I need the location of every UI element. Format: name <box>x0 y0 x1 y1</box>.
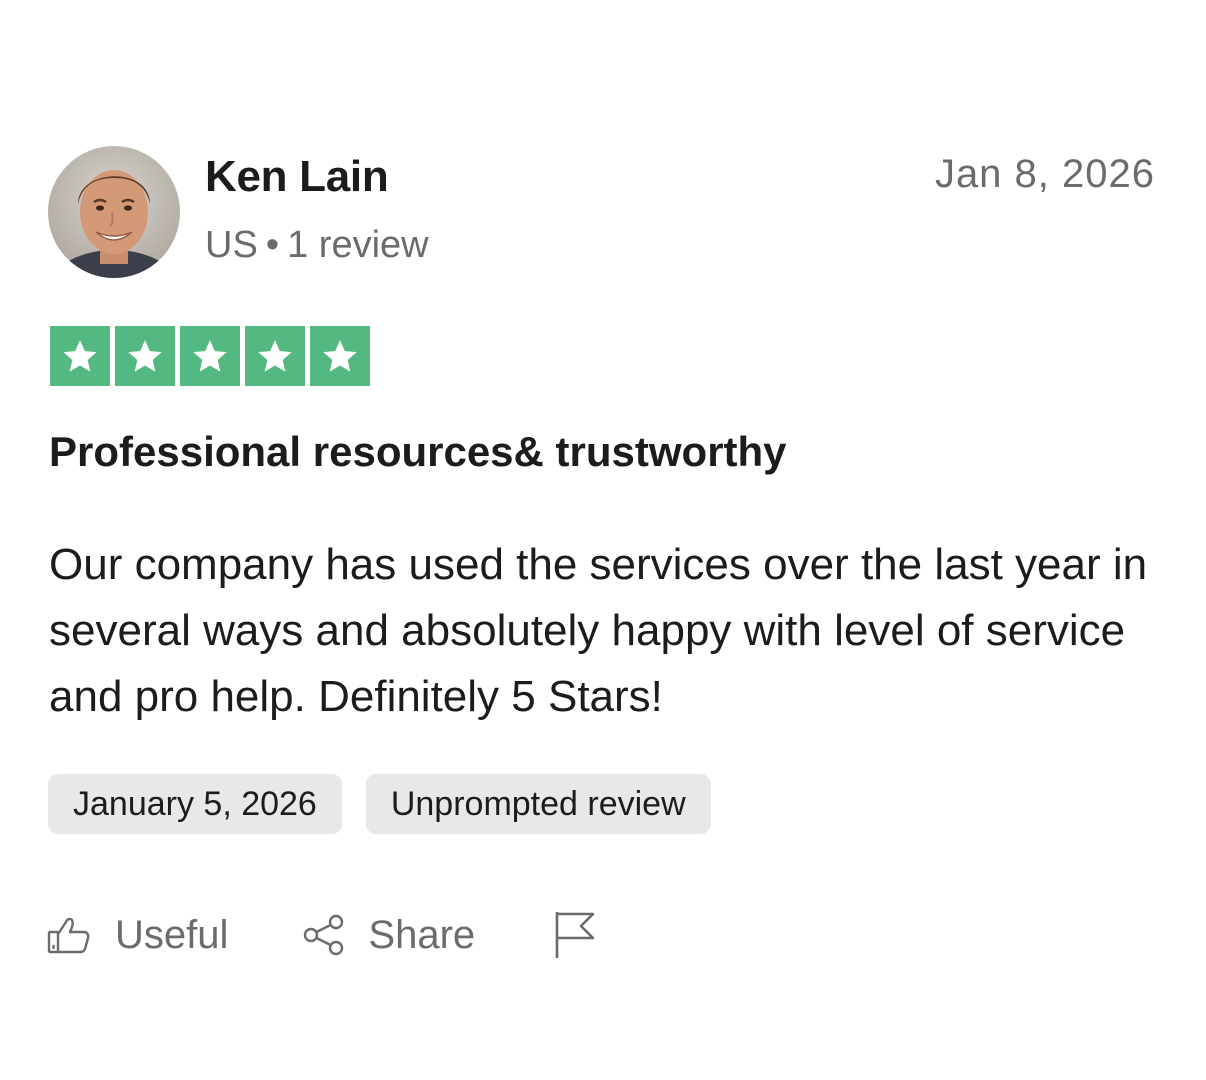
reviewer-country: US <box>205 224 258 266</box>
review-chips: January 5, 2026 Unprompted review <box>48 774 711 834</box>
review-title[interactable]: Professional resources& trustworthy <box>49 428 787 476</box>
review-actions: Useful Share <box>47 905 597 965</box>
useful-button[interactable]: Useful <box>47 913 228 958</box>
meta-separator: • <box>265 224 280 266</box>
review-date: Jan 8, 2026 <box>934 152 1155 196</box>
share-label: Share <box>368 912 476 957</box>
useful-label: Useful <box>115 912 229 957</box>
star-icon <box>115 326 175 386</box>
share-button[interactable]: Share <box>302 913 475 958</box>
star-icon <box>310 326 370 386</box>
star-icon <box>50 326 110 386</box>
star-rating <box>50 326 370 386</box>
reviewer-meta: US • 1 review <box>205 224 429 267</box>
flag-icon <box>553 910 597 960</box>
thumbs-up-icon <box>47 915 91 955</box>
report-button[interactable] <box>553 910 597 960</box>
reviewer-review-count: 1 review <box>287 224 429 266</box>
share-icon <box>302 913 346 957</box>
star-icon <box>245 326 305 386</box>
avatar[interactable] <box>48 146 180 278</box>
avatar-image <box>48 146 180 278</box>
review-card: Ken Lain US • 1 review Jan 8, 2026 Profess… <box>0 0 1206 1080</box>
star-icon <box>180 326 240 386</box>
experience-date-chip: January 5, 2026 <box>48 774 342 834</box>
reviewer-name[interactable]: Ken Lain <box>205 152 389 202</box>
review-type-chip[interactable]: Unprompted review <box>365 774 711 834</box>
review-body: Our company has used the services over t… <box>49 540 1148 721</box>
